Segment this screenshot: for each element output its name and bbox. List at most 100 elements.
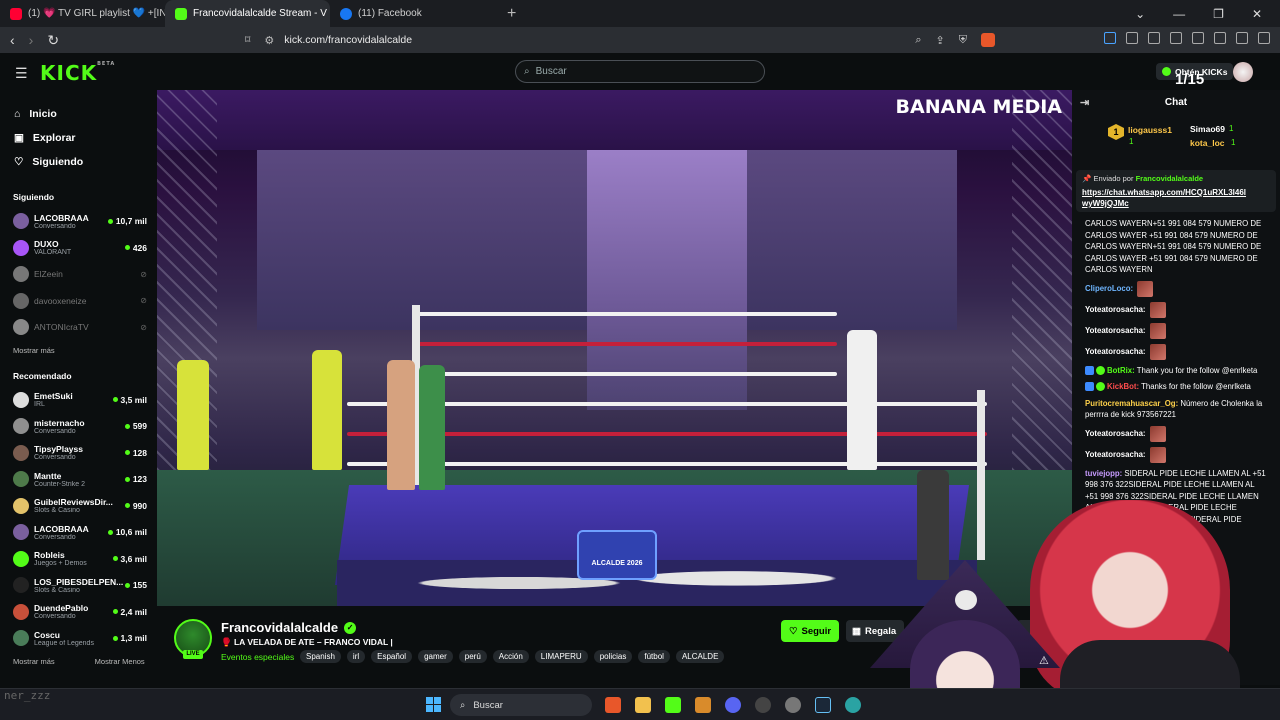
windows-start-icon[interactable] — [426, 697, 441, 712]
obs-icon[interactable] — [755, 697, 771, 713]
extension-icon[interactable] — [1104, 32, 1116, 44]
show-less-recommended[interactable]: Mostrar Menos — [95, 657, 145, 666]
brave-rewards-icon[interactable] — [981, 33, 995, 47]
ring-rope — [417, 372, 837, 376]
chat-username[interactable]: tuviejopp: — [1085, 469, 1122, 478]
show-more-following[interactable]: Mostrar más — [0, 341, 157, 361]
url-field[interactable]: ⌑ ⚙ kick.com/francovidalalcalde ⌕ ⇪ ⛨ — [245, 30, 995, 50]
sidebar-channel[interactable]: DuendePablo Conversando 2,4 mil — [0, 599, 157, 626]
user-avatar[interactable] — [1233, 62, 1253, 82]
tag[interactable]: perú — [458, 650, 487, 663]
app-icon[interactable] — [845, 697, 861, 713]
file-explorer-icon[interactable] — [635, 697, 651, 713]
chat-username[interactable]: CliperoLoco: — [1085, 284, 1133, 293]
collapse-chat-icon[interactable]: ⇥ — [1080, 96, 1089, 109]
sidebar-channel[interactable]: Coscu League of Legends 1,3 mil — [0, 625, 157, 652]
tag[interactable]: Acción — [492, 650, 529, 663]
steam-icon[interactable] — [815, 697, 831, 713]
nav-home[interactable]: ⌂ Inicio — [14, 102, 157, 126]
hamburger-menu-icon[interactable]: ☰ — [15, 65, 28, 82]
follow-button[interactable]: ♡ Seguir — [781, 620, 839, 642]
leader-third-name[interactable]: kota_loc — [1190, 138, 1225, 148]
sidebar-channel[interactable]: TipsyPlayss Conversando 128 — [0, 440, 157, 467]
browser-tab-facebook[interactable]: (11) Facebook — [330, 0, 495, 27]
reload-icon[interactable]: ↻ — [47, 32, 59, 49]
chat-username[interactable]: Puritocremahuascar_Og: — [1085, 399, 1178, 408]
taskbar-search[interactable]: ⌕ Buscar — [450, 694, 592, 716]
music-icon[interactable] — [1236, 32, 1248, 44]
chat-username[interactable]: Yoteatorosacha: — [1085, 347, 1146, 356]
channel-name: Mantte — [34, 470, 62, 481]
tag[interactable]: policias — [593, 650, 633, 663]
leader-second-name[interactable]: Simao69 — [1190, 124, 1225, 134]
sidebar-channel[interactable]: LOS_PIBESDELPEN... Slots & Casino 155 — [0, 572, 157, 599]
shields-icon[interactable]: ⛨ — [959, 34, 967, 47]
extension-icon[interactable] — [1170, 32, 1182, 44]
sidebar-channel[interactable]: misternacho Conversando 599 — [0, 413, 157, 440]
sidebar-channel[interactable]: EmetSuki IRL 3,5 mil — [0, 387, 157, 414]
subscribe-button[interactable]: ibirse — [1017, 620, 1069, 642]
kick-logo[interactable]: KICKBETA — [40, 61, 115, 85]
back-icon[interactable]: ‹ — [10, 32, 15, 49]
sidebar-channel[interactable]: LACOBRAAA Conversando 10,7 mil — [0, 208, 157, 235]
channel-name[interactable]: Francovidalalcalde — [221, 620, 338, 635]
sidebar-icon[interactable] — [1214, 32, 1226, 44]
extension-icon[interactable] — [1126, 32, 1138, 44]
channel-category: Juegos + Demos — [34, 560, 87, 568]
tag[interactable]: Spanish — [300, 650, 341, 663]
settings-icon[interactable] — [785, 697, 801, 713]
referee-figure — [847, 330, 877, 470]
share-icon[interactable]: ⇪ — [936, 34, 945, 47]
close-window-icon[interactable]: ✕ — [1252, 7, 1262, 21]
show-more-recommended[interactable]: Mostrar más — [13, 657, 55, 666]
browser-tab-kick[interactable]: Francovidalalcalde Stream - V ✕ — [165, 0, 330, 27]
chat-username[interactable]: Yoteatorosacha: — [1085, 429, 1146, 438]
discord-icon[interactable] — [725, 697, 741, 713]
sidebar-channel[interactable]: DUXO VALORANT 426 — [0, 235, 157, 262]
brave-icon[interactable] — [605, 697, 621, 713]
chat-username[interactable]: Yoteatorosacha: — [1085, 326, 1146, 335]
sidebar-channel[interactable]: Mantte Counter-Strike 2 123 — [0, 466, 157, 493]
video-player[interactable]: ALCALDE 2026 BANANA MEDIA — [157, 90, 1072, 606]
minimize-icon[interactable]: — — [1173, 7, 1185, 21]
chat-username[interactable]: KickBot: — [1107, 382, 1139, 391]
sidebar-channel[interactable]: ElZeein ⊘ — [0, 261, 157, 288]
tag[interactable]: ALCALDE — [675, 650, 725, 663]
chat-username[interactable]: BotRix: — [1107, 366, 1135, 375]
tag[interactable]: Español — [371, 650, 413, 663]
sidebar-channel[interactable]: LACOBRAAA Conversando 10,6 mil — [0, 519, 157, 546]
app-icon[interactable] — [695, 697, 711, 713]
tag[interactable]: irl — [346, 650, 366, 663]
chat-username[interactable]: Yoteatorosacha: — [1085, 450, 1146, 459]
forward-icon[interactable]: › — [29, 32, 34, 49]
tag[interactable]: fútbol — [638, 650, 670, 663]
chevron-down-icon[interactable]: ⌄ — [1135, 7, 1145, 21]
chat-username[interactable]: Yoteatorosacha: — [1085, 305, 1146, 314]
tag[interactable]: LIMAPERU — [534, 650, 588, 663]
site-settings-icon[interactable]: ⚙ — [264, 34, 274, 47]
nav-explore[interactable]: ▣ Explorar — [14, 126, 157, 150]
puzzle-icon[interactable] — [1192, 32, 1204, 44]
new-tab-icon[interactable]: + — [495, 5, 528, 23]
kick-app-icon[interactable] — [665, 697, 681, 713]
nav-following[interactable]: ♡ Siguiendo — [14, 150, 157, 174]
search-input[interactable]: ⌕ Buscar — [515, 60, 765, 83]
sidebar-channel[interactable]: GuibelReviewsDir... Slots & Casino 990 — [0, 493, 157, 520]
extension-icon[interactable] — [1148, 32, 1160, 44]
sidebar-channel[interactable]: Robleis Juegos + Demos 3,6 mil — [0, 546, 157, 573]
pinned-link[interactable]: https://chat.whatsapp.com/HCQ1uRXL3l46lw… — [1082, 187, 1252, 209]
tag[interactable]: gamer — [418, 650, 453, 663]
leader-first-name[interactable]: liogausss1 — [1128, 125, 1172, 135]
menu-icon[interactable] — [1258, 32, 1270, 44]
stream-category[interactable]: Eventos especiales — [221, 652, 294, 662]
gift-sub-button[interactable]: ▦ Regala — [846, 620, 904, 642]
taskbar-apps — [605, 697, 861, 713]
viewer-count: 3,6 mil — [112, 554, 147, 564]
warning-icon[interactable]: ⚠ — [1039, 654, 1049, 667]
browser-tab-youtube[interactable]: (1) 💗 TV GIRL playlist 💙 +[INCLUDES — [0, 0, 165, 27]
sidebar-channel[interactable]: ANTONIcraTV ⊘ — [0, 314, 157, 341]
bookmark-icon[interactable]: ⌑ — [245, 34, 250, 46]
sidebar-channel[interactable]: davooxeneize ⊘ — [0, 288, 157, 315]
maximize-icon[interactable]: ❐ — [1213, 7, 1224, 21]
zoom-icon[interactable]: ⌕ — [915, 34, 921, 47]
